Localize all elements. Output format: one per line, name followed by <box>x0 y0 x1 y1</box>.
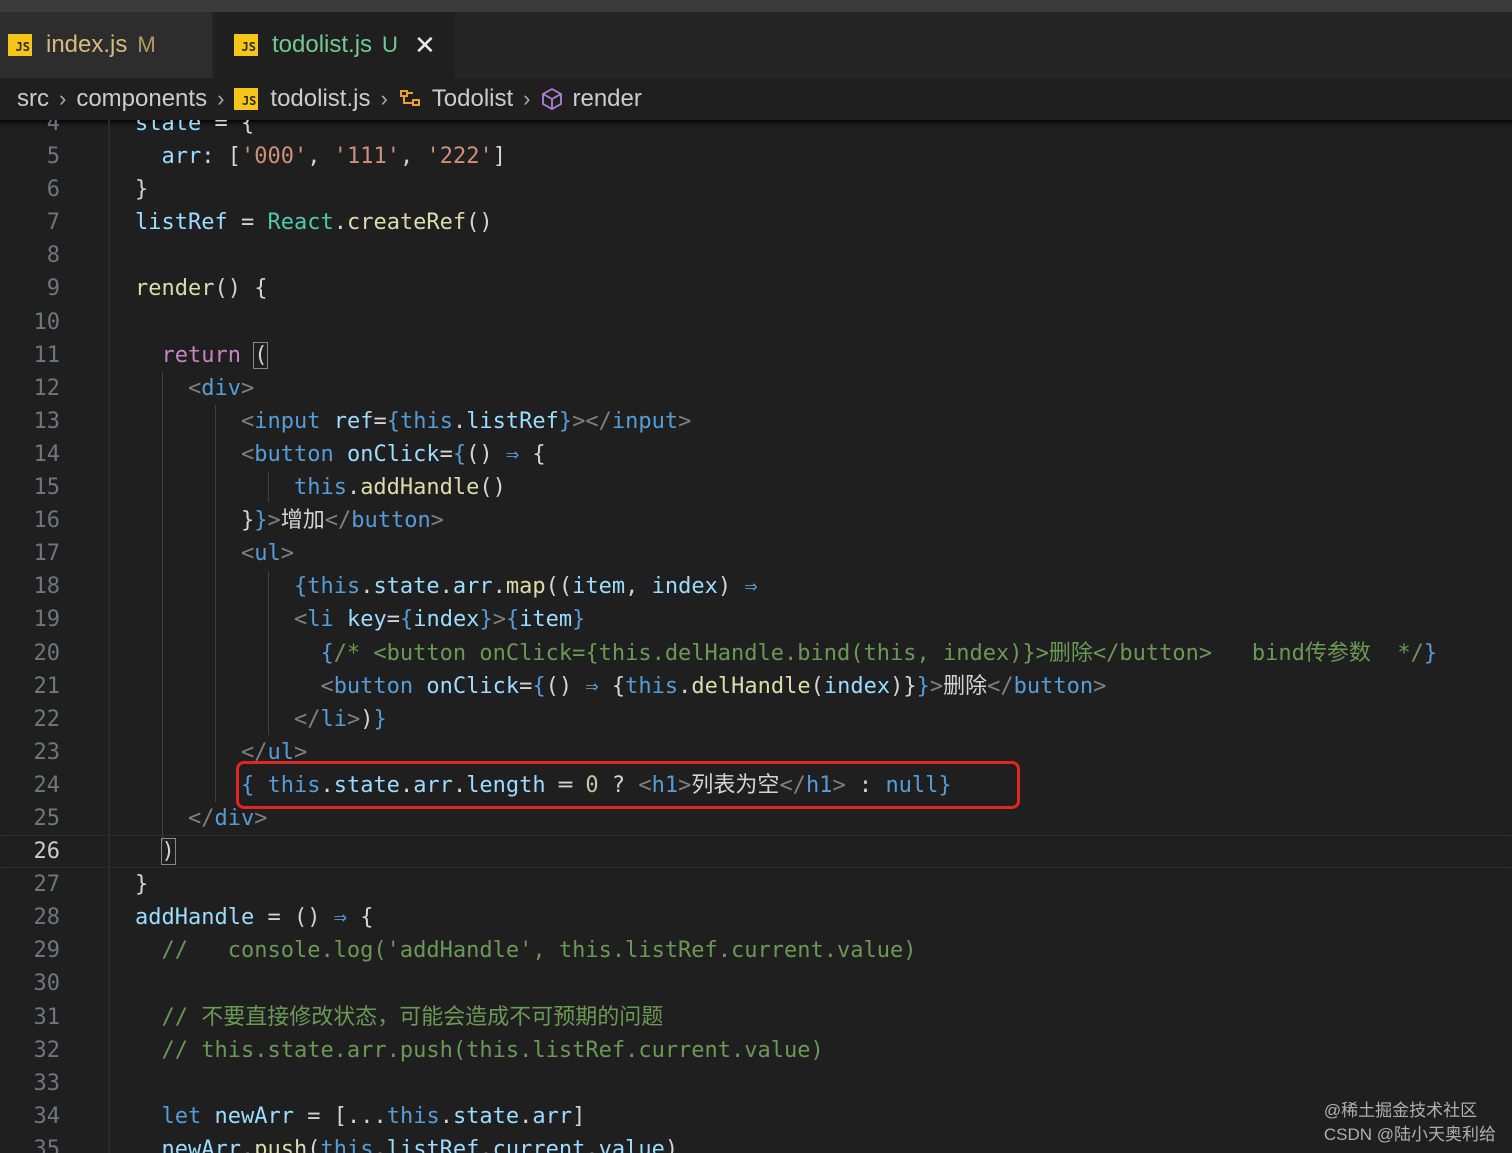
chevron-right-icon: › <box>380 86 388 111</box>
editor-tab-bar: JS index.js M JS todolist.js U ✕ <box>0 12 1512 78</box>
code-line: 29 // console.log('addHandle', this.list… <box>33 938 917 964</box>
js-file-icon: JS <box>8 34 32 56</box>
highlight-box <box>236 761 1020 809</box>
tab-label: todolist.js <box>272 31 373 58</box>
code-line: 8 <box>46 243 60 269</box>
tab-index-js[interactable]: JS index.js M <box>0 12 212 78</box>
code-line: 18 {this.state.arr.map((item, index) ⇒ <box>33 574 758 600</box>
code-line: 20 {/* <button onClick={this.delHandle.b… <box>33 640 1438 666</box>
code-line: 28 addHandle = () ⇒ { <box>33 905 374 931</box>
code-line: 7 listRef = React.createRef() <box>46 210 493 236</box>
untracked-badge: U <box>382 32 398 57</box>
watermark: @稀土掘金技术社区 CSDN @陆小天奥利给 <box>1324 1099 1496 1147</box>
code-line: 19 <li key={index}>{item} <box>33 607 586 633</box>
code-editor[interactable]: 4 state = { 5 arr: ['000', '111', '222'] … <box>0 120 1512 1153</box>
chevron-right-icon: › <box>523 86 531 111</box>
js-file-icon: JS <box>234 34 258 56</box>
class-icon <box>399 90 420 106</box>
window-top-strip <box>0 0 1512 12</box>
tab-todolist-js[interactable]: JS todolist.js U ✕ <box>214 12 455 78</box>
code-line: 11 return ( <box>33 341 269 369</box>
code-line: 15 this.addHandle() <box>33 475 506 501</box>
code-lines: 4 state = { 5 arr: ['000', '111', '222'] … <box>0 120 1512 1153</box>
code-line: 35 newArr.push(this.listRef.current.valu… <box>33 1136 679 1153</box>
watermark-line-2: CSDN @陆小天奥利给 <box>1323 1125 1496 1144</box>
chevron-right-icon: › <box>59 86 67 111</box>
method-cube-icon <box>542 87 563 111</box>
code-line: 12 <div> <box>33 375 255 401</box>
chevron-right-icon: › <box>217 86 225 111</box>
code-line: 10 <box>33 309 61 335</box>
breadcrumb: src › components › JS todolist.js › Todo… <box>0 78 1512 120</box>
code-line: 30 <box>33 971 61 997</box>
breadcrumb-components[interactable]: components <box>76 85 207 113</box>
code-line: 31 // 不要直接修改状态，可能会造成不可预期的问题 <box>33 1004 664 1030</box>
code-line: 33 <box>33 1070 61 1096</box>
code-line: 13 <input ref={this.listRef}></input> <box>33 408 692 434</box>
code-line: 22 </li>)} <box>33 706 387 732</box>
close-icon[interactable]: ✕ <box>414 32 436 58</box>
breadcrumb-method-label: render <box>572 85 642 112</box>
breadcrumb-file[interactable]: JS todolist.js <box>234 85 370 113</box>
code-line: 6} <box>46 177 149 203</box>
code-line: 34 let newArr = [...this.state.arr] <box>33 1103 586 1129</box>
code-line: 21 <button onClick={() ⇒ {this.delHandle… <box>33 673 1107 699</box>
code-line: 14 <button onClick={() ⇒ { <box>33 441 546 467</box>
code-line-current: 26 ) <box>0 835 1512 868</box>
modified-badge: M <box>137 32 156 57</box>
code-line: 32 // this.state.arr.push(this.listRef.c… <box>33 1037 824 1063</box>
code-line: 16 }}>增加</button> <box>33 508 444 534</box>
js-file-icon: JS <box>234 88 259 110</box>
tab-label: index.js <box>46 31 128 58</box>
code-line: 17 <ul> <box>33 541 294 567</box>
breadcrumb-class-label: Todolist <box>431 85 514 112</box>
breadcrumb-file-label: todolist.js <box>270 85 371 112</box>
breadcrumb-src[interactable]: src <box>17 85 49 113</box>
code-line: 4 state = { <box>46 120 255 136</box>
code-line: 9 render() { <box>46 276 268 302</box>
code-line: 27} <box>33 872 149 898</box>
breadcrumb-class[interactable]: Todolist <box>398 85 513 113</box>
watermark-line-1: @稀土掘金技术社区 <box>1323 1101 1478 1120</box>
code-line: 5 arr: ['000', '111', '222'] <box>46 144 506 170</box>
breadcrumb-method[interactable]: render <box>540 85 642 113</box>
